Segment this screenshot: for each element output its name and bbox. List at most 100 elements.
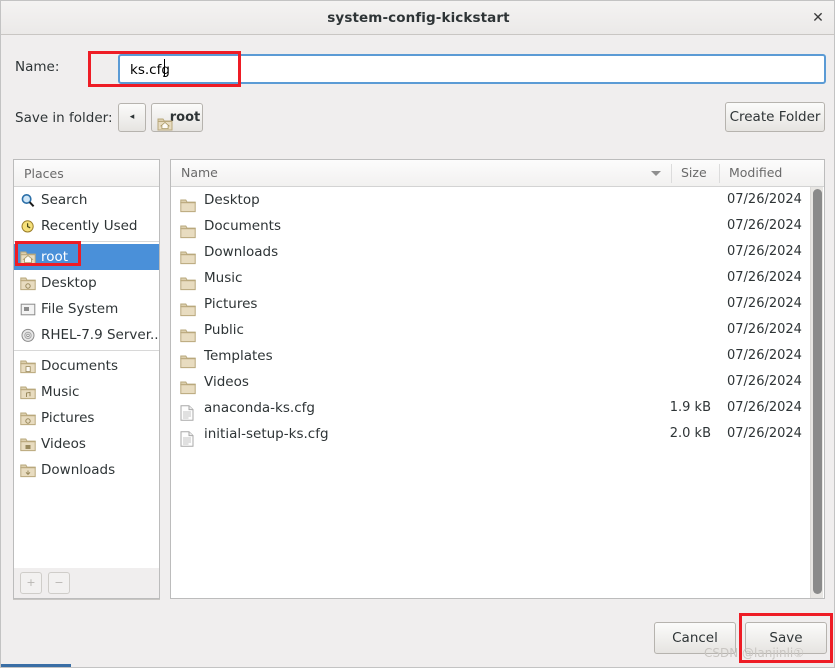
file-list-row[interactable]: Pictures 07/26/2024 (171, 291, 824, 317)
file-modified: 07/26/2024 (727, 374, 802, 389)
file-list-scrollbar-thumb[interactable] (813, 189, 822, 594)
column-header-name[interactable]: Name (181, 160, 218, 186)
title-bar: system-config-kickstart ✕ (1, 1, 834, 35)
home-folder-icon (157, 110, 173, 137)
file-list-row[interactable]: Desktop 07/26/2024 (171, 187, 824, 213)
places-header: Places (14, 160, 159, 187)
places-item-label: Pictures (41, 410, 95, 426)
places-separator (14, 350, 159, 351)
places-item-root[interactable]: root (14, 244, 159, 270)
file-list-row[interactable]: Public 07/26/2024 (171, 317, 824, 343)
places-item-label: Desktop (41, 275, 97, 291)
places-item-music[interactable]: Music (14, 379, 159, 405)
save-file-dialog: system-config-kickstart ✕ Name: ks.cfg S… (0, 0, 835, 668)
file-size: 2.0 kB (669, 426, 711, 441)
column-header-modified[interactable]: Modified (729, 160, 782, 186)
places-item-file-system[interactable]: File System (14, 296, 159, 322)
file-modified: 07/26/2024 (727, 192, 802, 207)
search-icon (20, 192, 36, 208)
name-label: Name: (15, 59, 60, 75)
file-name: Pictures (204, 296, 258, 312)
places-item-rhel-7-9-server[interactable]: RHEL-7.9 Server... (14, 322, 159, 348)
pictures-folder-icon (20, 410, 36, 426)
places-item-label: Documents (41, 358, 118, 374)
downloads-folder-icon (20, 462, 36, 478)
save-button[interactable]: Save (745, 622, 827, 654)
places-item-label: File System (41, 301, 119, 317)
breadcrumb-root[interactable]: root (151, 103, 203, 132)
file-name: Downloads (204, 244, 279, 260)
file-modified: 07/26/2024 (727, 322, 802, 337)
places-item-label: Music (41, 384, 80, 400)
music-folder-icon (20, 384, 36, 400)
file-list-row[interactable]: anaconda-ks.cfg 1.9 kB 07/26/2024 (171, 395, 824, 421)
places-item-label: RHEL-7.9 Server... (41, 327, 160, 343)
file-modified: 07/26/2024 (727, 270, 802, 285)
create-folder-button[interactable]: Create Folder (725, 102, 825, 132)
cancel-button[interactable]: Cancel (654, 622, 736, 654)
places-separator (14, 241, 159, 242)
file-size: 1.9 kB (669, 400, 711, 415)
places-item-label: Videos (41, 436, 86, 452)
places-item-label: Search (41, 192, 88, 208)
file-list-row[interactable]: initial-setup-ks.cfg 2.0 kB 07/26/2024 (171, 421, 824, 447)
places-item-label: Recently Used (41, 218, 138, 234)
header-divider (671, 164, 672, 183)
places-list: Search Recently Used root Desktop File Syste… (14, 187, 159, 483)
disc-icon (20, 327, 36, 343)
text-file-icon (180, 426, 194, 452)
places-item-documents[interactable]: Documents (14, 353, 159, 379)
file-name: initial-setup-ks.cfg (204, 426, 329, 442)
file-list-row[interactable]: Templates 07/26/2024 (171, 343, 824, 369)
file-list-header: Name Size Modified (171, 160, 824, 187)
places-item-recently-used[interactable]: Recently Used (14, 213, 159, 239)
file-list-scrollbar[interactable] (810, 187, 823, 598)
add-bookmark-button[interactable]: + (20, 572, 42, 594)
text-caret (164, 59, 165, 76)
file-modified: 07/26/2024 (727, 218, 802, 233)
sort-descending-icon[interactable] (651, 171, 661, 176)
file-name: anaconda-ks.cfg (204, 400, 315, 416)
desktop-folder-icon (20, 275, 36, 291)
column-header-size[interactable]: Size (681, 160, 707, 186)
window-title: system-config-kickstart (327, 10, 510, 26)
places-item-label: root (41, 249, 69, 265)
places-item-search[interactable]: Search (14, 187, 159, 213)
file-modified: 07/26/2024 (727, 244, 802, 259)
places-pane: Places Search Recently Used root Desktop Fil… (13, 159, 160, 599)
places-item-videos[interactable]: Videos (14, 431, 159, 457)
clock-icon (20, 218, 36, 234)
file-list-pane: Name Size Modified Desktop 07/26/2024 Docu… (170, 159, 825, 599)
places-item-pictures[interactable]: Pictures (14, 405, 159, 431)
file-modified: 07/26/2024 (727, 400, 802, 415)
file-name: Templates (204, 348, 273, 364)
close-icon[interactable]: ✕ (806, 7, 830, 29)
videos-folder-icon (20, 436, 36, 452)
file-modified: 07/26/2024 (727, 296, 802, 311)
remove-bookmark-button[interactable]: − (48, 572, 70, 594)
file-list-row[interactable]: Downloads 07/26/2024 (171, 239, 824, 265)
file-modified: 07/26/2024 (727, 348, 802, 363)
places-item-downloads[interactable]: Downloads (14, 457, 159, 483)
places-item-desktop[interactable]: Desktop (14, 270, 159, 296)
file-name: Documents (204, 218, 281, 234)
documents-folder-icon (20, 358, 36, 374)
places-item-label: Downloads (41, 462, 116, 478)
bottom-accent-bar (1, 664, 71, 667)
save-in-folder-label: Save in folder: (15, 110, 113, 126)
back-button[interactable]: ◂ (118, 103, 146, 132)
file-name: Videos (204, 374, 249, 390)
file-name: Desktop (204, 192, 260, 208)
header-divider (719, 164, 720, 183)
home-folder-icon (20, 249, 36, 265)
file-list-row[interactable]: Videos 07/26/2024 (171, 369, 824, 395)
places-divider (13, 599, 160, 600)
file-list-row[interactable]: Music 07/26/2024 (171, 265, 824, 291)
file-modified: 07/26/2024 (727, 426, 802, 441)
file-list-row[interactable]: Documents 07/26/2024 (171, 213, 824, 239)
places-footer: + − (13, 568, 160, 599)
file-list-rows: Desktop 07/26/2024 Documents 07/26/2024 Down… (171, 187, 824, 447)
filename-input[interactable]: ks.cfg (118, 54, 826, 84)
drive-icon (20, 301, 36, 317)
file-name: Public (204, 322, 244, 338)
